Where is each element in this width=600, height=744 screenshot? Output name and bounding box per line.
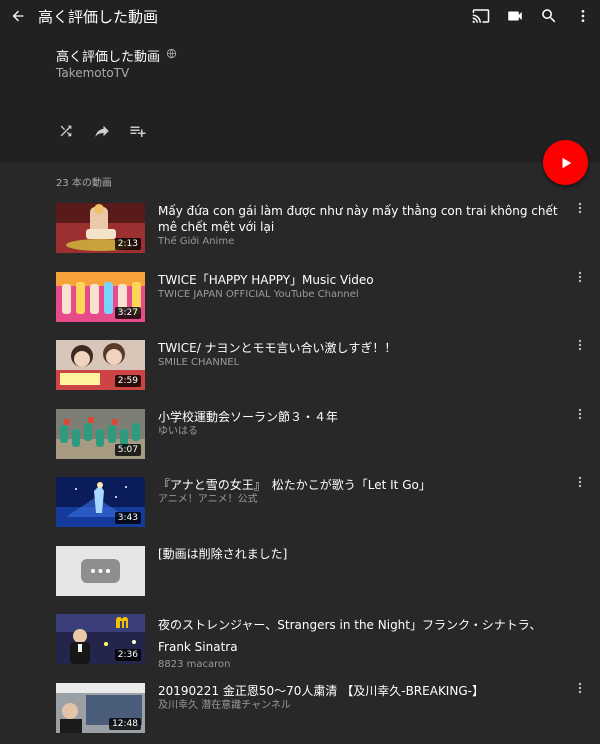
- playlist-title: 高く評価した動画: [56, 50, 161, 65]
- cast-icon[interactable]: [464, 0, 498, 32]
- list-item[interactable]: 2:13 Mấy đứa con gái làm được như này mấ…: [0, 200, 600, 269]
- search-icon[interactable]: [532, 0, 566, 32]
- video-duration: 2:36: [114, 649, 141, 661]
- more-vert-icon[interactable]: [574, 407, 586, 421]
- share-icon[interactable]: [92, 121, 112, 141]
- video-duration: 2:59: [114, 375, 141, 387]
- video-channel: 及川幸久 潜在意識チャンネル: [158, 699, 291, 711]
- video-thumbnail[interactable]: 2:59: [56, 340, 145, 390]
- video-thumbnail[interactable]: 3:27: [56, 271, 145, 322]
- list-item[interactable]: 2:59 TWICE/ ナヨンとモモ言い合い激しすぎ！！ SMILE CHANN…: [0, 337, 600, 406]
- video-thumbnail[interactable]: 2:13: [56, 203, 145, 253]
- back-arrow-icon[interactable]: [0, 0, 36, 32]
- more-vert-icon[interactable]: [574, 338, 586, 352]
- video-title[interactable]: TWICE「HAPPY HAPPY」Music Video: [158, 272, 563, 288]
- list-item[interactable]: 12:48 20190221 金正恩50〜70人粛清 【及川幸久-BREAKIN…: [0, 680, 600, 744]
- video-thumbnail[interactable]: 12:48: [56, 682, 145, 733]
- video-title[interactable]: 『アナと雪の女王』 松たかこが歌う「Let It Go」: [158, 477, 563, 493]
- add-to-playlist-icon[interactable]: [128, 121, 148, 141]
- playlist-header: 高く評価した動画 TakemotoTV: [0, 32, 600, 162]
- shuffle-icon[interactable]: [56, 121, 76, 141]
- video-duration: 12:48: [109, 717, 141, 730]
- video-thumbnail[interactable]: 2:36: [56, 614, 145, 664]
- camera-icon[interactable]: [498, 0, 532, 32]
- playlist-owner[interactable]: TakemotoTV: [56, 66, 129, 80]
- video-duration: 2:13: [114, 238, 141, 250]
- page-title: 高く評価した動画: [38, 7, 159, 26]
- video-title[interactable]: 小学校運動会ソーラン節３・４年: [158, 409, 563, 425]
- video-duration: 5:07: [114, 443, 141, 456]
- list-item[interactable]: 3:43 『アナと雪の女王』 松たかこが歌う「Let It Go」 アニメ！アニ…: [0, 474, 600, 543]
- video-channel: 8823 macaron: [158, 659, 231, 670]
- video-thumbnail[interactable]: 5:07: [56, 408, 145, 459]
- video-duration: 3:27: [114, 306, 141, 319]
- video-thumbnail[interactable]: 3:43: [56, 477, 145, 527]
- video-title[interactable]: 夜のストレンジャー、Strangers in the Night」フランク・シナ…: [158, 614, 563, 658]
- globe-icon: [166, 48, 177, 63]
- video-channel: Thế Giới Anime: [158, 236, 235, 247]
- video-channel: ゆいはる: [158, 425, 198, 437]
- app-bar: 高く評価した動画: [0, 0, 600, 32]
- more-vert-icon[interactable]: [574, 681, 586, 695]
- more-vert-icon[interactable]: [566, 0, 600, 32]
- list-item[interactable]: 5:07 小学校運動会ソーラン節３・４年 ゆいはる: [0, 406, 600, 475]
- more-vert-icon[interactable]: [574, 475, 586, 489]
- more-vert-icon[interactable]: [574, 270, 586, 284]
- video-title[interactable]: TWICE/ ナヨンとモモ言い合い激しすぎ！！: [158, 340, 563, 356]
- video-title[interactable]: Mấy đứa con gái làm được như này mấy thằ…: [158, 203, 563, 235]
- video-count: 23 本の動画: [56, 178, 112, 189]
- video-title[interactable]: [動画は削除されました]: [158, 546, 563, 562]
- video-list: 2:13 Mấy đứa con gái làm được như này mấ…: [0, 200, 600, 744]
- list-item[interactable]: [動画は削除されました]: [0, 543, 600, 612]
- video-channel: アニメ！アニメ！公式: [158, 494, 258, 505]
- play-icon: [562, 157, 571, 168]
- video-channel: SMILE CHANNEL: [158, 357, 240, 368]
- video-thumbnail[interactable]: [56, 545, 145, 596]
- video-duration: 3:43: [114, 512, 141, 524]
- video-channel: TWICE JAPAN OFFICIAL YouTube Channel: [158, 288, 359, 300]
- list-item[interactable]: 2:36 夜のストレンジャー、Strangers in the Night」フラ…: [0, 611, 600, 680]
- video-title[interactable]: 20190221 金正恩50〜70人粛清 【及川幸久-BREAKING-】: [158, 683, 563, 699]
- more-vert-icon[interactable]: [574, 201, 586, 215]
- list-item[interactable]: 3:27 TWICE「HAPPY HAPPY」Music Video TWICE…: [0, 269, 600, 338]
- play-all-button[interactable]: [543, 140, 588, 185]
